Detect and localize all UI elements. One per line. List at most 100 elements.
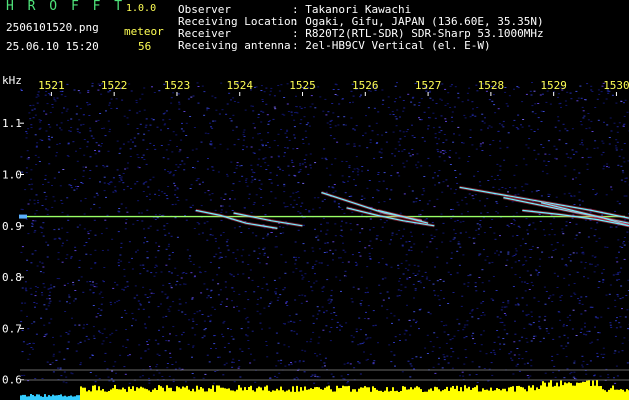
noise-pixel	[492, 276, 495, 277]
histogram-bar	[378, 390, 380, 400]
noise-pixel	[146, 344, 149, 345]
noise-pixel	[146, 297, 149, 298]
histogram-bar	[316, 387, 318, 400]
noise-pixel	[148, 301, 151, 303]
noise-pixel	[619, 246, 622, 248]
noise-pixel	[622, 172, 625, 174]
noise-pixel	[582, 251, 585, 253]
noise-pixel	[580, 261, 583, 263]
noise-pixel	[426, 276, 429, 278]
noise-pixel	[481, 120, 484, 122]
noise-pixel	[118, 259, 120, 261]
noise-pixel	[472, 198, 475, 200]
noise-pixel	[211, 193, 214, 195]
noise-pixel	[583, 115, 586, 117]
noise-pixel	[181, 272, 184, 274]
noise-pixel	[581, 200, 584, 202]
histogram-bar	[358, 388, 360, 400]
noise-pixel	[366, 337, 369, 339]
noise-pixel	[304, 166, 307, 168]
histogram-bar	[62, 396, 64, 400]
noise-pixel	[609, 324, 612, 326]
noise-pixel	[499, 348, 501, 350]
histogram-bar	[556, 382, 558, 400]
noise-pixel	[568, 284, 570, 286]
noise-pixel	[86, 102, 89, 104]
noise-pixel	[164, 169, 166, 171]
noise-pixel	[253, 202, 256, 204]
noise-pixel	[358, 362, 361, 364]
noise-pixel	[415, 322, 417, 324]
noise-pixel	[355, 331, 358, 333]
noise-pixel	[557, 120, 560, 122]
noise-pixel	[417, 161, 420, 163]
histogram-bar	[296, 385, 298, 400]
noise-pixel	[359, 343, 362, 345]
noise-pixel	[236, 260, 238, 262]
noise-pixel	[594, 265, 597, 267]
noise-pixel	[337, 89, 340, 90]
noise-pixel	[143, 109, 146, 111]
histogram-bar	[534, 390, 536, 400]
noise-pixel	[438, 304, 441, 306]
noise-pixel	[410, 101, 413, 103]
histogram-bar	[92, 385, 94, 400]
noise-pixel	[572, 178, 574, 180]
noise-pixel	[209, 319, 212, 321]
noise-pixel	[89, 254, 92, 256]
histogram-bar	[130, 389, 132, 400]
noise-pixel	[489, 155, 492, 156]
noise-pixel	[431, 238, 434, 240]
noise-pixel	[48, 322, 51, 324]
noise-pixel	[39, 261, 41, 263]
noise-pixel	[552, 294, 555, 296]
noise-pixel	[367, 291, 369, 293]
histogram-bar	[204, 391, 206, 400]
noise-pixel	[355, 125, 358, 127]
noise-pixel	[142, 191, 145, 192]
noise-pixel	[361, 214, 363, 216]
noise-pixel	[361, 228, 364, 230]
histogram-bar	[496, 388, 498, 400]
noise-pixel	[210, 348, 212, 349]
noise-pixel	[597, 89, 600, 91]
histogram-bar	[354, 389, 356, 400]
noise-pixel	[395, 98, 397, 99]
noise-pixel	[405, 254, 408, 256]
histogram-bar	[420, 389, 422, 400]
histogram-bar	[466, 388, 468, 400]
noise-pixel	[34, 230, 37, 232]
noise-pixel	[43, 324, 46, 326]
noise-pixel	[357, 344, 360, 346]
noise-pixel	[174, 267, 177, 269]
noise-pixel	[614, 335, 617, 337]
noise-pixel	[191, 149, 194, 151]
noise-pixel	[369, 258, 372, 260]
noise-pixel	[29, 118, 32, 120]
noise-pixel	[586, 330, 589, 332]
histogram-bar	[352, 389, 354, 400]
histogram-bar	[338, 388, 340, 400]
noise-pixel	[191, 318, 194, 320]
noise-pixel	[524, 256, 527, 258]
noise-pixel	[52, 336, 54, 338]
noise-pixel	[450, 347, 453, 349]
noise-pixel	[86, 146, 89, 148]
noise-pixel	[282, 226, 285, 228]
histogram-bar	[356, 391, 358, 400]
noise-pixel	[318, 336, 321, 338]
noise-pixel	[504, 91, 507, 93]
noise-pixel	[108, 102, 111, 104]
noise-pixel	[411, 358, 414, 360]
noise-pixel	[294, 263, 297, 265]
noise-pixel	[128, 241, 131, 243]
noise-pixel	[490, 298, 493, 300]
noise-pixel	[222, 232, 225, 233]
noise-pixel	[604, 246, 607, 248]
noise-pixel	[447, 334, 450, 336]
noise-pixel	[30, 188, 33, 190]
noise-pixel	[21, 351, 24, 353]
noise-pixel	[536, 247, 539, 249]
noise-pixel	[441, 191, 444, 193]
noise-pixel	[436, 198, 439, 200]
